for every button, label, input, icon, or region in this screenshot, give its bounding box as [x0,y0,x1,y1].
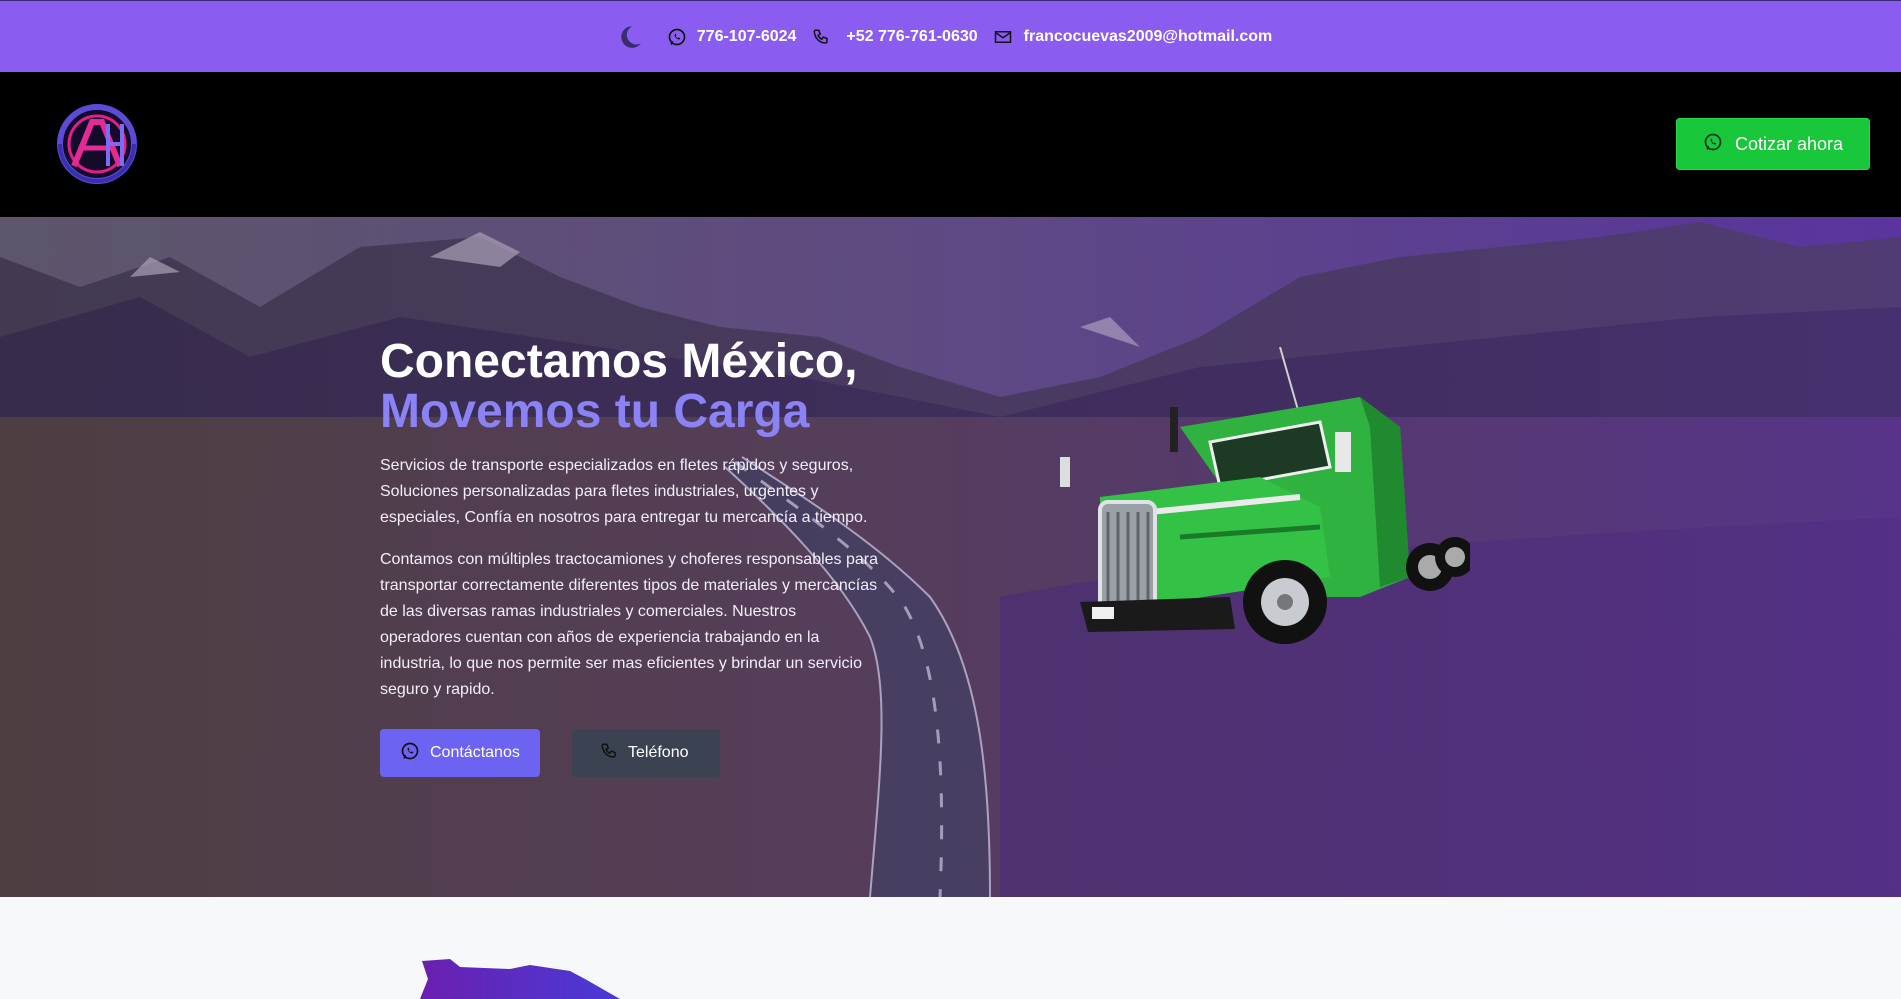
hero-title-line2: Movemos tu Carga [380,385,810,438]
contact-button[interactable]: Contáctanos [380,729,540,777]
logo[interactable] [52,104,142,186]
whatsapp-icon [1703,132,1723,157]
hero-text: Conectamos México, Movemos tu Carga Serv… [380,337,880,703]
phone-button-label: Teléfono [628,744,689,761]
quote-button-label: Cotizar ahora [1734,133,1844,154]
phone-button[interactable]: Teléfono [572,729,720,777]
phone-contact[interactable]: +52 776-761-0630 [812,28,985,46]
moon-icon[interactable] [617,24,643,50]
contact-bar: 776-107-6024 +52 776-761-0630 francocuev… [0,0,1901,72]
hero-paragraph-2: Contamos con múltiples tractocamiones y … [380,551,879,698]
phone-icon [812,28,830,46]
hero-paragraph-1: Servicios de transporte especializados e… [380,457,868,526]
mexico-map-image [420,959,620,999]
phone-icon [600,742,618,765]
whatsapp-icon [667,27,687,47]
truck-image [1060,347,1470,644]
hero-buttons: Contáctanos Teléfono [380,729,720,777]
email-contact[interactable]: francocuevas2009@hotmail.com [994,28,1281,46]
whatsapp-icon [400,741,420,766]
next-section [0,897,1901,999]
navbar: Cotizar ahora [0,72,1901,217]
quote-button[interactable]: Cotizar ahora [1676,118,1870,170]
email-address[interactable]: francocuevas2009@hotmail.com [1024,28,1273,46]
contact-button-label: Contáctanos [430,744,520,761]
hero-section: Conectamos México, Movemos tu Carga Serv… [0,217,1901,897]
whatsapp-number[interactable]: 776-107-6024 [697,28,797,46]
hero-title-line1: Conectamos México, [380,335,858,388]
mail-icon [994,29,1012,45]
whatsapp-contact[interactable]: 776-107-6024 [667,27,805,47]
phone-number[interactable]: +52 776-761-0630 [846,28,977,46]
hero-background [0,217,1901,897]
